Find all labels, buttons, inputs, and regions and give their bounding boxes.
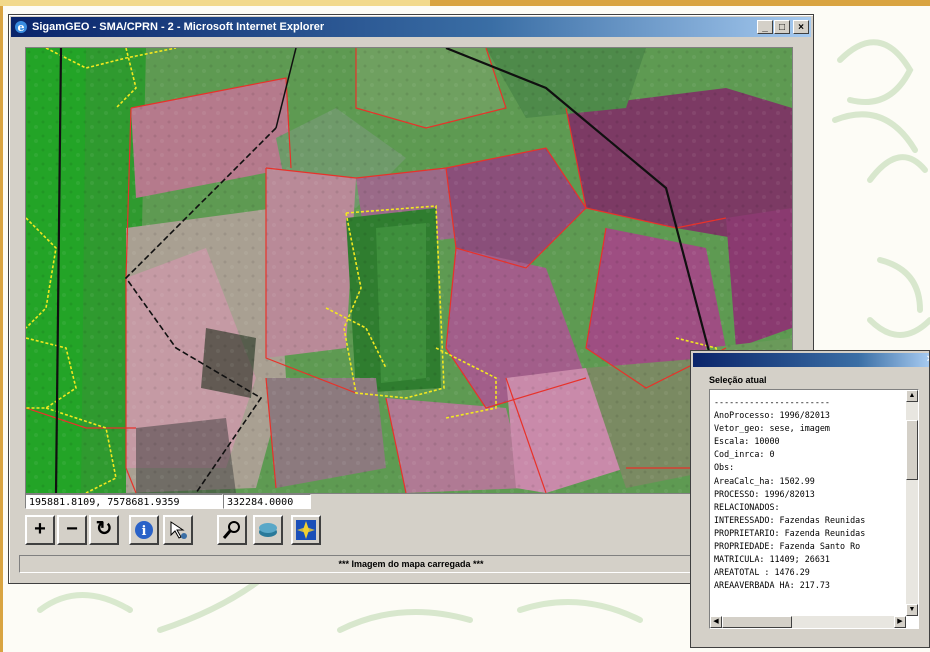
cursor-coordinates: 195881.8109, 7578681.9359 [25,494,223,509]
scroll-left-arrow-icon[interactable]: ◀ [710,616,722,628]
maximize-button[interactable]: □ [774,20,790,34]
svg-text:i: i [142,524,147,539]
detail-line: RELACIONADOS: [714,501,780,512]
horizontal-scroll-thumb[interactable] [722,616,792,628]
satellite-map-view[interactable] [25,47,793,494]
navigate-button[interactable] [291,515,321,545]
layers-icon [259,523,277,537]
detail-line: ----------------------- [714,397,830,407]
minimize-button[interactable]: _ [757,20,773,34]
select-pointer-icon [170,521,187,539]
detail-line: MATRICULA: 11409; 26631 [714,554,830,565]
svg-text:e: e [18,21,25,34]
detail-line: PROPRIEDADE: Fazenda Santo Ro [714,541,861,552]
layers-button[interactable] [253,515,283,545]
detail-line: PROPRIETARIO: Fazenda Reunidas [714,527,866,538]
map-image[interactable] [26,48,792,493]
status-bar: *** Imagem do mapa carregada *** [19,555,803,573]
window-titlebar[interactable]: e SigamGEO - SMA/CPRN - 2 - Microsoft In… [11,17,811,37]
selection-popup-window: × Seleção atual ----------------------- … [690,350,930,648]
scroll-down-arrow-icon[interactable]: ▼ [906,604,918,616]
refresh-button[interactable]: ↻ [89,515,119,545]
popup-close-icon[interactable]: × [927,353,929,365]
internet-explorer-icon: e [15,21,27,34]
detail-line: INTERESSADO: Fazendas Reunidas [714,514,866,525]
detail-line: Escala: 10000 [714,436,780,447]
map-scale-readout: 332284.0000 [223,494,311,509]
detail-line: Vetor_geo: sese, imagem [714,423,830,434]
detail-line: AnoProcesso: 1996/82013 [714,410,830,421]
selection-heading: Seleção atual [709,375,767,385]
selection-details-textarea[interactable]: ----------------------- AnoProcesso: 199… [709,389,919,629]
zoom-out-button[interactable]: − [57,515,87,545]
detail-line: PROCESSO: 1996/82013 [714,488,815,499]
search-button[interactable] [217,515,247,545]
detail-line: Cod_inrca: 0 [714,449,775,460]
scroll-up-arrow-icon[interactable]: ▲ [906,390,918,402]
plus-icon: + [34,518,46,540]
selection-details-text: ----------------------- AnoProcesso: 199… [714,396,904,592]
detail-line: AREATOTAL : 1476.29 [714,567,810,578]
vertical-scrollbar[interactable]: ▲ ▼ [906,390,918,616]
refresh-icon: ↻ [95,518,113,540]
close-button[interactable]: × [793,20,809,34]
select-arrow-button[interactable] [163,515,193,545]
detail-line: Obs: [714,462,735,473]
vertical-scroll-thumb[interactable] [906,420,918,480]
info-button[interactable]: i [129,515,159,545]
detail-line: AREAAVERBADA HA: 217.73 [714,580,830,591]
horizontal-scrollbar[interactable]: ◀ ▶ [710,616,906,628]
compass-icon [296,520,316,540]
detail-line: AreaCalc_ha: 1502.99 [714,475,815,486]
magnifier-icon [222,521,240,539]
scroll-right-arrow-icon[interactable]: ▶ [894,616,906,628]
minus-icon: − [66,518,78,540]
popup-titlebar[interactable]: × [693,353,929,367]
info-icon: i [135,521,153,539]
window-title: SigamGEO - SMA/CPRN - 2 - Microsoft Inte… [32,21,325,33]
zoom-in-button[interactable]: + [25,515,55,545]
